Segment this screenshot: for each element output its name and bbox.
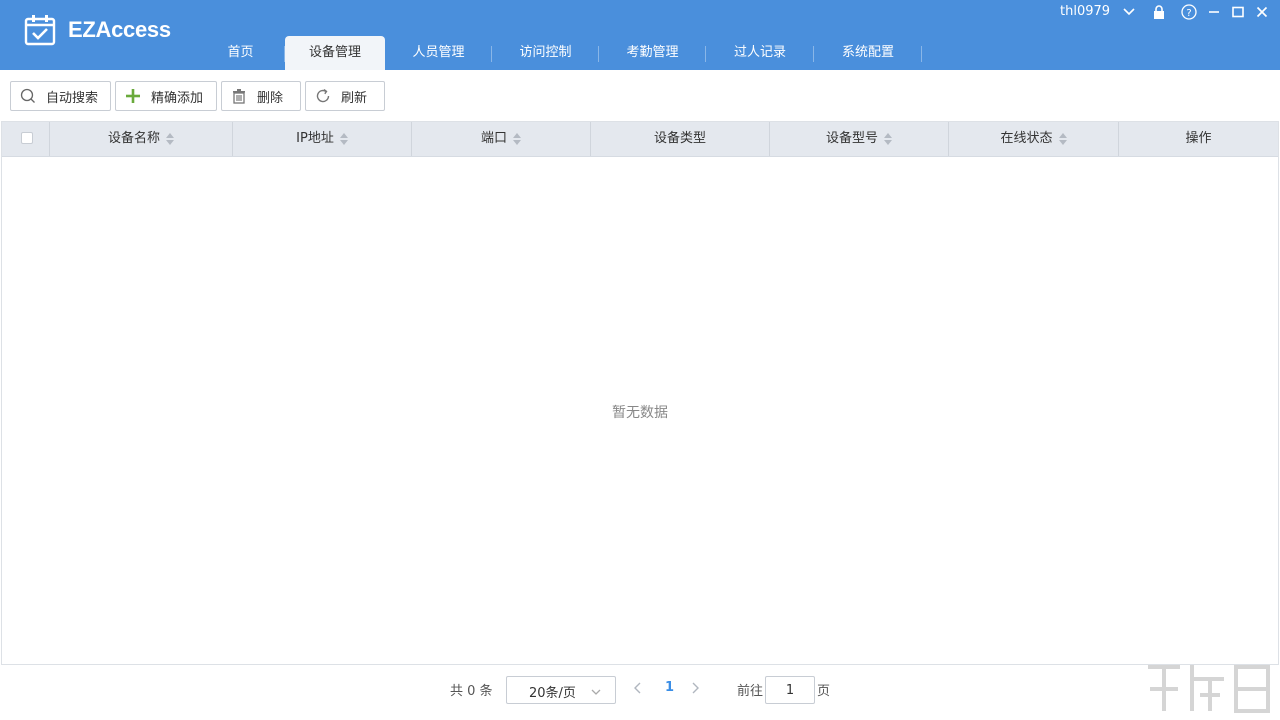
help-icon[interactable]: ? (1180, 3, 1198, 21)
tab-attendance-management[interactable]: 考勤管理 (599, 36, 706, 70)
sort-icon[interactable] (1059, 133, 1067, 145)
tab-passage-records[interactable]: 过人记录 (706, 36, 814, 70)
next-page-icon[interactable] (690, 682, 700, 694)
refresh-label: 刷新 (341, 87, 367, 106)
column-online-status[interactable]: 在线状态 (949, 122, 1119, 156)
device-table: 设备名称 IP地址 端口 设备类型 设备型号 在线状态 操作 暂无数据 (1, 121, 1279, 665)
title-bar: EZAccess 首页 设备管理 人员管理 访问控制 考勤管理 过人记录 系统配… (0, 0, 1280, 70)
trash-icon (231, 88, 247, 104)
search-icon (20, 88, 36, 104)
watermark-logo (1140, 655, 1280, 720)
tab-access-control[interactable]: 访问控制 (492, 36, 599, 70)
sort-icon[interactable] (884, 133, 892, 145)
tab-personnel-management[interactable]: 人员管理 (385, 36, 492, 70)
column-actions: 操作 (1119, 122, 1278, 156)
delete-label: 删除 (257, 87, 283, 106)
app-title: EZAccess (68, 17, 171, 43)
precise-add-button[interactable]: 精确添加 (115, 81, 217, 111)
prev-page-icon[interactable] (633, 682, 643, 694)
column-device-model[interactable]: 设备型号 (770, 122, 949, 156)
close-icon[interactable] (1253, 3, 1271, 21)
svg-text:?: ? (1186, 8, 1191, 19)
tab-system-config[interactable]: 系统配置 (814, 36, 922, 70)
chevron-down-icon (591, 685, 601, 700)
refresh-icon (315, 88, 331, 104)
empty-state-text: 暂无数据 (2, 402, 1278, 422)
page-suffix-label: 页 (817, 680, 830, 699)
precise-add-label: 精确添加 (151, 87, 203, 106)
column-port[interactable]: 端口 (412, 122, 591, 156)
total-count: 共 0 条 (450, 680, 493, 699)
page-size-value: 20条/页 (529, 682, 576, 701)
page-number-current[interactable]: 1 (665, 680, 674, 695)
delete-button[interactable]: 删除 (221, 81, 301, 111)
minimize-icon[interactable] (1205, 3, 1223, 21)
plus-icon (125, 88, 141, 104)
refresh-button[interactable]: 刷新 (305, 81, 385, 111)
goto-page-input[interactable] (765, 676, 815, 704)
select-all-checkbox[interactable] (21, 132, 33, 144)
table-header: 设备名称 IP地址 端口 设备类型 设备型号 在线状态 操作 (2, 122, 1278, 157)
select-all-cell (2, 122, 50, 156)
toolbar: 自动搜索 精确添加 删除 刷新 (0, 70, 1280, 122)
pagination: 共 0 条 20条/页 1 前往 页 (0, 666, 1280, 720)
lock-icon[interactable] (1150, 3, 1168, 21)
sort-icon[interactable] (340, 133, 348, 145)
maximize-icon[interactable] (1229, 3, 1247, 21)
calendar-check-icon (24, 14, 56, 46)
auto-search-button[interactable]: 自动搜索 (10, 81, 111, 111)
chevron-down-icon[interactable] (1120, 3, 1138, 21)
column-device-type: 设备类型 (591, 122, 770, 156)
page-size-select[interactable]: 20条/页 (506, 676, 616, 704)
sort-icon[interactable] (166, 133, 174, 145)
tab-device-management[interactable]: 设备管理 (285, 36, 385, 70)
auto-search-label: 自动搜索 (46, 87, 98, 106)
column-ip-address[interactable]: IP地址 (233, 122, 412, 156)
sort-icon[interactable] (513, 133, 521, 145)
tab-home[interactable]: 首页 (196, 36, 285, 70)
username[interactable]: thl0979 (1060, 4, 1110, 19)
main-tabs: 首页 设备管理 人员管理 访问控制 考勤管理 过人记录 系统配置 (196, 36, 922, 70)
goto-label: 前往 (737, 680, 763, 699)
column-device-name[interactable]: 设备名称 (50, 122, 233, 156)
